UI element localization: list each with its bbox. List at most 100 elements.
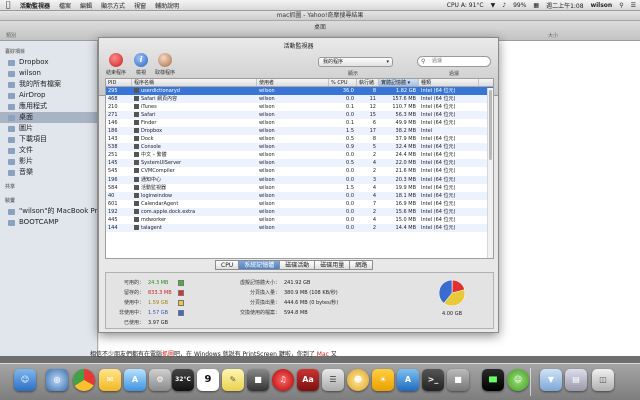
process-row[interactable]: 251 中文 – 繁體 wilson 0.0 2 24.4 MB Intel (64 位元): [106, 151, 493, 159]
sidebar-section-shared: 共享: [5, 184, 16, 190]
process-icon: [134, 208, 139, 214]
column-header-cpu[interactable]: % CPU: [329, 79, 357, 86]
sidebar-item-documents[interactable]: 文件: [0, 145, 97, 156]
chat-dock-icon[interactable]: ☻: [347, 369, 369, 391]
process-row[interactable]: 295 userdictionaryd wilson 36.0 8 1.82 GB Inte…: [106, 87, 493, 96]
battery-status[interactable]: 99%: [513, 2, 526, 9]
finder-col-size[interactable]: 大小: [548, 32, 558, 39]
menu-view[interactable]: 顯示方式: [101, 1, 125, 10]
process-row[interactable]: 468 Safari 網頁內容 wilson 0.0 11 157.6 MB Intel (…: [106, 95, 493, 104]
mail-dock-icon[interactable]: ✉: [99, 369, 121, 391]
finder-dock-icon[interactable]: ☺: [14, 369, 36, 391]
process-icon: [134, 168, 139, 174]
process-row[interactable]: 210 iTunes wilson 0.1 12 110.7 MB Intel (64 位元…: [106, 103, 493, 111]
scrollbar-thumb[interactable]: [489, 90, 492, 160]
process-table-scrollbar[interactable]: [487, 88, 493, 258]
tab-system-memory[interactable]: 系統記憶體: [238, 260, 281, 270]
sidebar-item-all-files[interactable]: 我的所有檔案: [0, 79, 97, 90]
notes-dock-icon[interactable]: ✎: [222, 369, 244, 391]
quit-process-button[interactable]: 結束程序: [102, 53, 130, 76]
background-page-link[interactable]: [90, 337, 490, 345]
preview-dock-icon[interactable]: ■: [247, 369, 269, 391]
sidebar-item-music[interactable]: 音樂: [0, 167, 97, 178]
user-cell: wilson: [259, 192, 275, 199]
cpu-temp-status[interactable]: CPU A: 91°C: [447, 2, 484, 9]
column-header-pid[interactable]: PID: [106, 79, 132, 86]
dictionary-dock-icon[interactable]: Aa: [297, 369, 319, 391]
documents-stack-dock-icon[interactable]: ▤: [565, 369, 587, 391]
android-dock-icon[interactable]: ☺: [507, 369, 529, 391]
process-row[interactable]: 186 Dropbox wilson 1.5 17 38.2 MB Intel: [106, 127, 493, 136]
sidebar-item-airdrop[interactable]: AirDrop: [0, 90, 97, 101]
migration-dock-icon[interactable]: ■: [447, 369, 469, 391]
sidebar-item-movies[interactable]: 影片: [0, 156, 97, 167]
process-row[interactable]: 192 com.apple.dock.extra wilson 0.0 2 15.6 MB…: [106, 207, 493, 216]
column-header-real-memory[interactable]: 實體記憶體 ▾: [379, 79, 419, 86]
process-row[interactable]: 271 Safari wilson 0.0 15 56.3 MB Intel (64 位元): [106, 111, 493, 120]
sidebar-item-macbook[interactable]: "wilson"的 MacBook Pro: [0, 206, 97, 217]
vm-size-row: 虛擬記憶體大小： 241.92 GB: [239, 280, 311, 286]
process-row[interactable]: 144 talagent wilson 0.0 2 14.4 MB Intel (64 位元…: [106, 223, 493, 232]
tab-disk-activity[interactable]: 磁碟活動: [279, 260, 316, 270]
sidebar-item-dropbox[interactable]: Dropbox: [0, 57, 97, 68]
temperature-dock-icon[interactable]: 32°C: [172, 369, 194, 391]
sidebar-item-applications[interactable]: 應用程式: [0, 101, 97, 112]
process-filter-select[interactable]: 我的程序 ▾: [318, 57, 393, 67]
tab-disk-usage[interactable]: 磁碟用量: [314, 260, 351, 270]
terminal-dock-icon[interactable]: >_: [422, 369, 444, 391]
downloads-stack-dock-icon[interactable]: ▼: [540, 369, 562, 391]
process-row[interactable]: 538 Console wilson 0.9 5 32.4 MB Intel (64 位元): [106, 143, 493, 152]
airdrop-icon: [8, 92, 15, 99]
menu-app-name[interactable]: 活動監視器: [20, 1, 50, 10]
notification-center-icon[interactable]: ☰: [631, 2, 636, 9]
app-store-dock-icon[interactable]: A: [124, 369, 146, 391]
photo-booth-dock-icon[interactable]: ☀: [372, 369, 394, 391]
process-row[interactable]: 545 CVMCompiler wilson 0.0 2 21.6 MB Intel (64…: [106, 167, 493, 175]
process-row[interactable]: 40 loginwindow wilson 0.0 4 18.1 MB Intel (64 …: [106, 191, 493, 200]
tab-network[interactable]: 網路: [349, 260, 374, 270]
trash-dock-icon[interactable]: ◫: [592, 369, 614, 391]
process-row[interactable]: 584 活動監視器 wilson 1.5 4 19.9 MB Intel (64 位元): [106, 184, 493, 192]
finder-col-category[interactable]: 類別: [6, 32, 16, 39]
documents-icon: [8, 147, 15, 154]
apple-menu-icon[interactable]: : [4, 1, 12, 9]
column-header-user[interactable]: 使用者: [257, 79, 329, 86]
process-row[interactable]: 445 mdworker wilson 0.0 4 15.0 MB Intel (64 位元…: [106, 216, 493, 224]
process-row[interactable]: 143 Dock wilson 0.5 8 37.9 MB Intel (64 位元): [106, 135, 493, 143]
sidebar-item-downloads[interactable]: 下載項目: [0, 134, 97, 145]
menu-help[interactable]: 輔助說明: [155, 1, 179, 10]
activity-monitor-dock-icon[interactable]: ██: [482, 369, 504, 391]
menubar-clock[interactable]: 週二上午1:08: [546, 1, 583, 10]
menu-edit[interactable]: 編輯: [80, 1, 92, 10]
tab-cpu[interactable]: CPU: [215, 260, 240, 270]
sidebar-item-pictures[interactable]: 圖片: [0, 123, 97, 134]
process-row[interactable]: 601 CalendarAgent wilson 0.0 7 16.9 MB Intel (…: [106, 200, 493, 208]
safari-dock-icon[interactable]: ◎: [46, 369, 68, 391]
sidebar-item-desktop[interactable]: 桌面: [0, 112, 97, 123]
process-row[interactable]: 196 通知中心 wilson 0.0 3 20.3 MB Intel (64 位元): [106, 175, 493, 184]
utility-dock-icon[interactable]: A: [397, 369, 419, 391]
column-header-kind[interactable]: 種類: [419, 79, 479, 86]
sidebar-item-bootcamp[interactable]: BOOTCAMP: [0, 217, 97, 228]
chrome-dock-icon[interactable]: [73, 369, 95, 391]
menubar-user[interactable]: wilson: [591, 2, 613, 9]
volume-icon[interactable]: ♪: [502, 2, 506, 9]
menu-file[interactable]: 檔案: [59, 1, 71, 10]
process-search-input[interactable]: ⚲ 過濾: [417, 56, 491, 67]
spotlight-icon[interactable]: ⚲: [619, 2, 623, 9]
process-row[interactable]: 146 Finder wilson 0.1 6 49.9 MB Intel (64 位元): [106, 119, 493, 127]
column-header-name[interactable]: 程序名稱: [132, 79, 257, 86]
music-player-dock-icon[interactable]: ♫: [272, 369, 294, 391]
calendar-dock-icon[interactable]: 9: [197, 369, 219, 391]
threads-cell: 2: [372, 152, 376, 159]
input-method-icon[interactable]: ▦: [533, 2, 539, 9]
wifi-icon[interactable]: ▼: [491, 2, 496, 9]
menu-window[interactable]: 視窗: [134, 1, 146, 10]
sidebar-item-home[interactable]: wilson: [0, 68, 97, 79]
process-row[interactable]: 145 SystemUIServer wilson 0.5 4 22.0 MB Intel …: [106, 159, 493, 168]
textedit-dock-icon[interactable]: ☰: [322, 369, 344, 391]
column-header-threads[interactable]: 執行緒: [357, 79, 379, 86]
sample-process-button[interactable]: 取樣程序: [151, 53, 179, 76]
cpu-cell: 1.5: [346, 184, 354, 191]
system-prefs-dock-icon[interactable]: ⚙: [149, 369, 171, 391]
